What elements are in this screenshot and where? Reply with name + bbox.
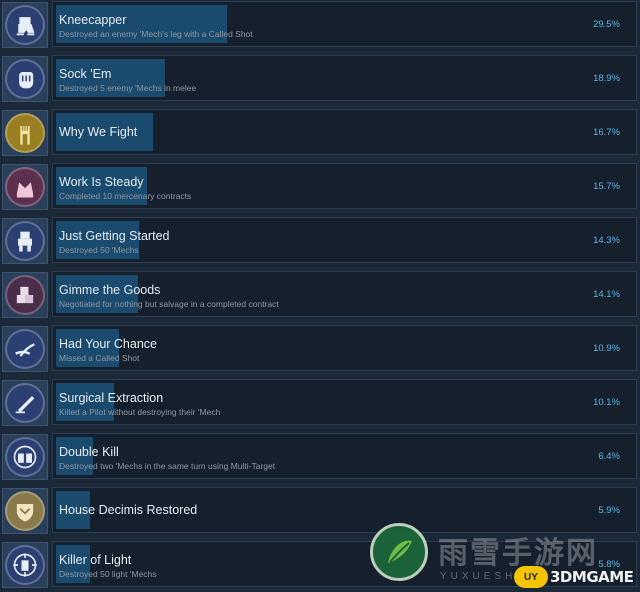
achievement-icon-frame xyxy=(2,218,48,264)
missed-shot-icon xyxy=(5,329,45,369)
salvage-crates-icon xyxy=(5,275,45,315)
unlock-percentage: 14.1% xyxy=(593,289,620,300)
achievement-title: Why We Fight xyxy=(59,125,138,139)
crown-icon xyxy=(5,167,45,207)
achievement-row[interactable]: Sock 'Em Destroyed 5 enemy 'Mechs in mele… xyxy=(0,55,640,103)
watermark-3dmgame: UY 3DMGAME xyxy=(514,566,634,588)
achievement-row[interactable]: Kneecapper Destroyed an enemy 'Mech's leg… xyxy=(0,1,640,49)
achievement-row[interactable]: Just Getting Started Destroyed 50 'Mechs 1… xyxy=(0,217,640,265)
achievement-icon-frame xyxy=(2,542,48,588)
achievement-title: Just Getting Started xyxy=(59,229,170,243)
watermark-brand: 3DMGAME xyxy=(550,568,634,586)
achievement-icon-frame xyxy=(2,326,48,372)
achievement-panel: Gimme the Goods Negotiated for nothing bu… xyxy=(52,271,637,317)
mech-50-icon xyxy=(5,221,45,261)
achievement-row[interactable]: Had Your Chance Missed a Called Shot 10.9% xyxy=(0,325,640,373)
achievement-icon-frame xyxy=(2,164,48,210)
achievement-title: Double Kill xyxy=(59,445,119,459)
achievement-icon-frame xyxy=(2,488,48,534)
achievement-description: Destroyed 50 'Mechs xyxy=(59,245,139,255)
unlock-percentage: 16.7% xyxy=(593,127,620,138)
achievement-icon-frame xyxy=(2,380,48,426)
achievement-row[interactable]: Gimme the Goods Negotiated for nothing bu… xyxy=(0,271,640,319)
scalpel-icon xyxy=(5,383,45,423)
unlock-percentage: 14.3% xyxy=(593,235,620,246)
achievement-icon-frame xyxy=(2,2,48,48)
achievement-icon-frame xyxy=(2,272,48,318)
achievement-description: Destroyed an enemy 'Mech's leg with a Ca… xyxy=(59,29,253,39)
achievement-row[interactable]: Double Kill Destroyed two 'Mechs in the s… xyxy=(0,433,640,481)
fist-icon xyxy=(5,59,45,99)
unlock-percentage: 6.4% xyxy=(598,451,620,462)
achievement-panel: Surgical Extraction Killed a Pilot withou… xyxy=(52,379,637,425)
unlock-percentage: 15.7% xyxy=(593,181,620,192)
achievement-icon-frame xyxy=(2,434,48,480)
house-crest-icon xyxy=(5,491,45,531)
achievement-description: Killed a Pilot without destroying their … xyxy=(59,407,221,417)
achievement-title: Killer of Light xyxy=(59,553,132,567)
achievement-row[interactable]: Why We Fight 16.7% xyxy=(0,109,640,157)
achievement-title: Gimme the Goods xyxy=(59,283,161,297)
achievement-panel: Had Your Chance Missed a Called Shot 10.9% xyxy=(52,325,637,371)
double-target-icon xyxy=(5,437,45,477)
watermark-leaf-logo xyxy=(370,523,428,581)
achievement-description: Missed a Called Shot xyxy=(59,353,140,363)
achievement-icon-frame xyxy=(2,110,48,156)
achievement-panel: House Decimis Restored 5.9% xyxy=(52,487,637,533)
achievement-title: Sock 'Em xyxy=(59,67,112,81)
achievement-panel: Sock 'Em Destroyed 5 enemy 'Mechs in mele… xyxy=(52,55,637,101)
achievement-panel: Just Getting Started Destroyed 50 'Mechs 1… xyxy=(52,217,637,263)
watermark-badge: UY xyxy=(514,566,548,588)
achievement-title: Work Is Steady xyxy=(59,175,144,189)
achievement-title: House Decimis Restored xyxy=(59,503,198,517)
achievement-description: Negotiated for nothing but salvage in a … xyxy=(59,299,279,309)
unlock-percentage: 29.5% xyxy=(593,19,620,30)
achievement-description: Destroyed two 'Mechs in the same turn us… xyxy=(59,461,276,471)
achievement-title: Kneecapper xyxy=(59,13,127,27)
unlock-percentage: 5.9% xyxy=(598,505,620,516)
achievement-description: Destroyed 5 enemy 'Mechs in melee xyxy=(59,83,197,93)
achievement-row[interactable]: Work Is Steady Completed 10 mercenary con… xyxy=(0,163,640,211)
achievement-description: Completed 10 mercenary contracts xyxy=(59,191,192,201)
achievement-icon-frame xyxy=(2,56,48,102)
achievement-panel: Kneecapper Destroyed an enemy 'Mech's leg… xyxy=(52,1,637,47)
achievement-description: Destroyed 50 light 'Mechs xyxy=(59,569,157,579)
achievement-panel: Why We Fight 16.7% xyxy=(52,109,637,155)
unlock-percentage: 10.1% xyxy=(593,397,620,408)
achievement-title: Surgical Extraction xyxy=(59,391,164,405)
raised-fist-icon xyxy=(5,113,45,153)
achievement-row[interactable]: Surgical Extraction Killed a Pilot withou… xyxy=(0,379,640,427)
unlock-percentage: 10.9% xyxy=(593,343,620,354)
kneecapper-mech-icon xyxy=(5,5,45,45)
unlock-percentage: 18.9% xyxy=(593,73,620,84)
achievement-panel: Work Is Steady Completed 10 mercenary con… xyxy=(52,163,637,209)
crosshair-mech-icon xyxy=(5,545,45,585)
achievement-panel: Double Kill Destroyed two 'Mechs in the s… xyxy=(52,433,637,479)
achievement-title: Had Your Chance xyxy=(59,337,157,351)
